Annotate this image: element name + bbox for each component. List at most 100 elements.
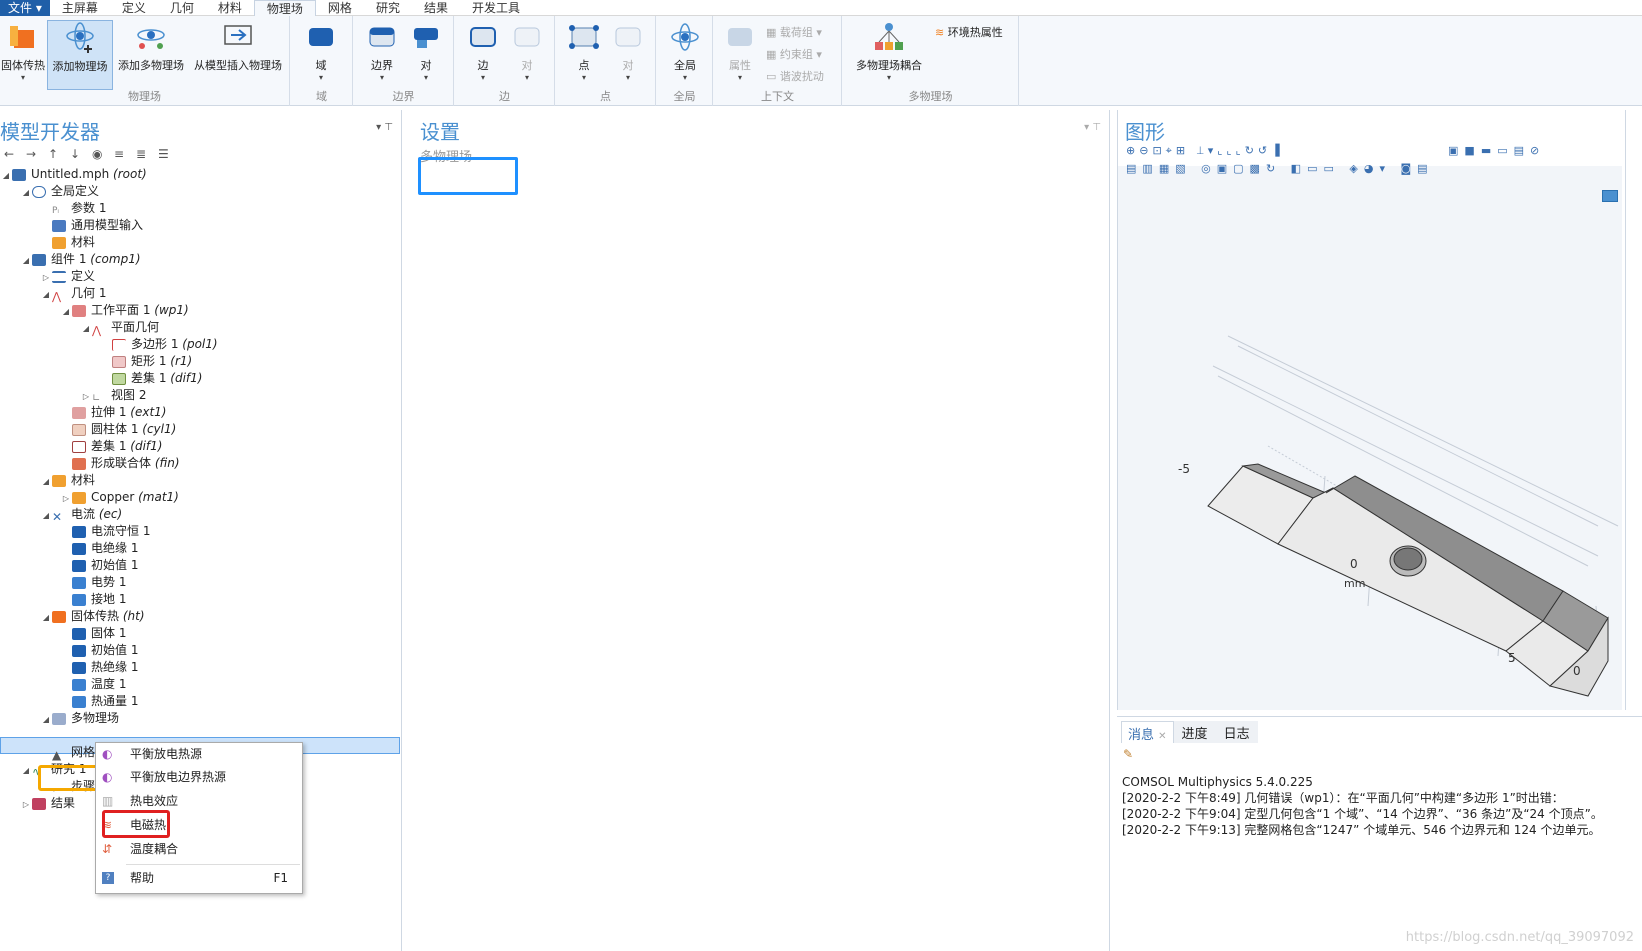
add-multiphysics-button[interactable]: 添加多物理场: [115, 20, 187, 73]
move-down-icon[interactable]: ↓: [70, 147, 86, 161]
tree-node[interactable]: ◢ 材料: [40, 472, 95, 489]
menu-physics[interactable]: 物理场: [253, 0, 316, 16]
menu-mesh[interactable]: 网格: [316, 0, 364, 16]
domain-button[interactable]: 域 ▾: [301, 20, 341, 82]
tree-node[interactable]: ◢ 全局定义: [20, 183, 99, 200]
panel-menu-icon[interactable]: ▾ ⊤: [376, 122, 393, 133]
transparency-icon[interactable]: ▩: [1250, 162, 1266, 175]
tree-node[interactable]: Pᵢ 参数 1: [40, 200, 106, 217]
palette-icon[interactable]: ◕▾: [1364, 162, 1391, 175]
expand-icon[interactable]: ≡: [114, 147, 130, 161]
wireframe-icon[interactable]: ▢: [1233, 162, 1249, 175]
menu-item-temperature-coupling[interactable]: ⇵ 温度耦合: [96, 838, 302, 860]
zoom-box-icon[interactable]: ⊡: [1152, 144, 1165, 157]
tree-node[interactable]: 固体 1: [60, 625, 126, 642]
point-button[interactable]: 点 ▾: [564, 20, 604, 82]
edge-pair-button[interactable]: 对 ▾: [507, 20, 547, 82]
tree-node[interactable]: 电绝缘 1: [60, 540, 138, 557]
zoom-out-icon[interactable]: ⊖: [1139, 144, 1152, 157]
load-group-button[interactable]: ▦ 载荷组 ▾: [766, 22, 824, 44]
collapse-icon[interactable]: ≣: [136, 147, 152, 161]
tree-node[interactable]: 热通量 1: [60, 693, 138, 710]
tree-node-mesh[interactable]: ▲ 网格: [40, 744, 95, 762]
grid-icon[interactable]: ▭: [1323, 162, 1339, 175]
select-objects-icon[interactable]: ▣: [1448, 144, 1464, 157]
axis-icon[interactable]: ⟂▾: [1197, 144, 1218, 157]
box-select-icon[interactable]: ▦: [1159, 162, 1175, 175]
tree-node[interactable]: 初始值 1: [60, 642, 138, 659]
tree-node[interactable]: 差集 1 (dif1): [60, 438, 162, 455]
clear-messages-icon[interactable]: ✎: [1123, 747, 1133, 761]
list-icon[interactable]: ☰: [158, 147, 174, 161]
tree-node[interactable]: ◢ ⋀ 平面几何: [80, 319, 159, 337]
menu-item-thermoelectric-effect[interactable]: ▥ 热电效应: [96, 790, 302, 812]
menu-results[interactable]: 结果: [412, 0, 460, 16]
tree-node[interactable]: ◢ ✕ 电流 (ec): [40, 506, 122, 524]
ruler-icon[interactable]: ▐: [1271, 144, 1283, 157]
view-zx-icon[interactable]: ⌞: [1236, 144, 1245, 157]
tree-node[interactable]: 圆柱体 1 (cyl1): [60, 421, 176, 438]
tree-node[interactable]: ◢ Untitled.mph (root): [0, 166, 147, 183]
back-icon[interactable]: ←: [4, 147, 20, 161]
menu-definitions[interactable]: 定义: [110, 0, 158, 16]
tree-node[interactable]: 电流守恒 1: [60, 523, 150, 540]
reset-view-icon[interactable]: ↺: [1258, 144, 1271, 157]
tree-node[interactable]: ◢ 工作平面 1 (wp1): [60, 302, 189, 319]
tree-node[interactable]: 差集 1 (dif1): [100, 370, 202, 387]
forward-icon[interactable]: →: [26, 147, 42, 161]
select-domains-icon[interactable]: ■: [1464, 144, 1480, 157]
heat-transfer-button[interactable]: 固体传热 ▾: [0, 20, 46, 82]
refresh-icon[interactable]: ↻: [1266, 162, 1281, 175]
menu-item-balanced-discharge-heat-source[interactable]: ◐ 平衡放电热源: [96, 743, 302, 765]
menu-item-help[interactable]: ? 帮助 F1: [96, 867, 302, 889]
tree-node[interactable]: 拉伸 1 (ext1): [60, 404, 166, 421]
tab-progress[interactable]: 进度: [1173, 721, 1216, 743]
color-icon[interactable]: ◈: [1349, 162, 1363, 175]
select-points-icon[interactable]: ▤: [1514, 144, 1530, 157]
tree-node-multiphysics[interactable]: ◢ 多物理场: [40, 710, 119, 727]
zoom-extents-icon[interactable]: ⊞: [1176, 144, 1189, 157]
tab-messages[interactable]: 消息 ✕: [1121, 721, 1174, 743]
tree-node[interactable]: 形成联合体 (fin): [60, 455, 180, 472]
tree-node[interactable]: 多边形 1 (pol1): [100, 336, 218, 353]
properties-button[interactable]: 属性 ▾: [720, 20, 760, 82]
clear-selection-icon[interactable]: ⊘: [1530, 144, 1545, 157]
menu-study[interactable]: 研究: [364, 0, 412, 16]
view-yz-icon[interactable]: ⌞: [1226, 144, 1235, 157]
menu-item-balanced-discharge-boundary-heat-source[interactable]: ◐ 平衡放电边界热源: [96, 766, 302, 788]
select-boundaries-icon[interactable]: ▬: [1481, 144, 1497, 157]
lasso-icon[interactable]: ▧: [1175, 162, 1191, 175]
tree-node[interactable]: 矩形 1 (r1): [100, 353, 192, 370]
edge-button[interactable]: 边 ▾: [463, 20, 503, 82]
tree-node[interactable]: ◢ ⋀ 几何 1: [40, 285, 107, 303]
screenshot-icon[interactable]: ◙: [1400, 162, 1417, 175]
paste-icon[interactable]: ▥: [1142, 162, 1158, 175]
tree-node[interactable]: ▷ ∟ 视图 2: [80, 387, 147, 404]
tree-node[interactable]: ▷ 定义: [40, 268, 95, 285]
menu-developer[interactable]: 开发工具: [460, 0, 532, 16]
tab-log[interactable]: 日志: [1215, 721, 1258, 743]
tree-node[interactable]: 材料: [40, 234, 95, 251]
zoom-in-icon[interactable]: ⊕: [1126, 144, 1139, 157]
move-up-icon[interactable]: ↑: [48, 147, 64, 161]
panel-menu-icon[interactable]: ▾ ⊤: [1084, 122, 1101, 133]
constraint-group-button[interactable]: ▦ 约束组 ▾: [766, 44, 824, 66]
scene-light-icon[interactable]: ▭: [1307, 162, 1323, 175]
print-icon[interactable]: ▤: [1417, 162, 1433, 175]
tree-node[interactable]: ◢ 固体传热 (ht): [40, 608, 145, 625]
file-menu[interactable]: 文件 ▾: [0, 0, 50, 16]
tree-node[interactable]: ▷ Copper (mat1): [60, 489, 179, 506]
insert-physics-button[interactable]: 从模型插入物理场: [190, 20, 286, 73]
show-icon[interactable]: ◉: [92, 147, 108, 161]
render-icon[interactable]: ◧: [1291, 162, 1307, 175]
menu-materials[interactable]: 材料: [206, 0, 254, 16]
point-pair-button[interactable]: 对 ▾: [608, 20, 648, 82]
tree-node[interactable]: 热绝缘 1: [60, 659, 138, 676]
ambient-thermal-button[interactable]: ≋ 环境热属性: [935, 24, 1003, 40]
tree-node[interactable]: 通用模型输入: [40, 217, 143, 234]
view-toggle-icon[interactable]: [1602, 190, 1618, 202]
tree-node[interactable]: 初始值 1: [60, 557, 138, 574]
zoom-selected-icon[interactable]: ⌖: [1166, 144, 1176, 157]
close-icon[interactable]: ✕: [1158, 731, 1166, 742]
rotate-icon[interactable]: ↻: [1245, 144, 1258, 157]
